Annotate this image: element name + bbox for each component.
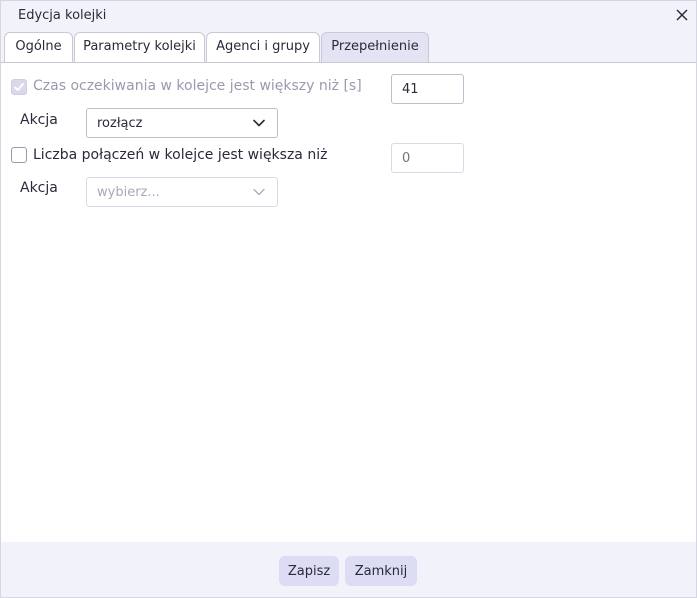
tab-label: Ogólne <box>15 39 62 54</box>
calls-count-label: Liczba połączeń w kolejce jest większa n… <box>33 147 328 163</box>
tab-agents-groups[interactable]: Agenci i grupy <box>206 32 320 62</box>
tab-overflow[interactable]: Przepełnienie <box>321 32 429 62</box>
calls-action-label: Akcja <box>20 180 58 196</box>
wait-action-label: Akcja <box>20 112 58 128</box>
calls-count-input[interactable] <box>391 143 464 173</box>
tab-label: Parametry kolejki <box>83 39 196 54</box>
overflow-panel: Czas oczekiwania w kolejce jest większy … <box>1 63 696 541</box>
tab-queue-parameters[interactable]: Parametry kolejki <box>74 32 205 62</box>
dialog-title: Edycja kolejki <box>18 8 107 23</box>
calls-count-checkbox[interactable] <box>11 147 27 163</box>
calls-action-placeholder: wybierz... <box>97 185 160 200</box>
chevron-down-icon <box>253 188 265 196</box>
tab-general[interactable]: Ogólne <box>4 32 73 62</box>
tab-label: Agenci i grupy <box>216 39 310 54</box>
calls-action-select[interactable]: wybierz... <box>86 177 278 207</box>
chevron-down-icon <box>253 119 265 127</box>
wait-time-input[interactable] <box>391 74 464 104</box>
title-bar: Edycja kolejki <box>1 1 696 30</box>
tab-label: Przepełnienie <box>331 39 419 54</box>
queue-edit-dialog: Edycja kolejki Ogólne Parametry kolejki … <box>0 0 697 598</box>
wait-time-label: Czas oczekiwania w kolejce jest większy … <box>33 78 362 94</box>
check-icon <box>14 83 24 91</box>
wait-action-value: rozłącz <box>97 116 143 131</box>
close-icon[interactable] <box>674 7 690 23</box>
save-button[interactable]: Zapisz <box>279 556 339 586</box>
close-button[interactable]: Zamknij <box>345 556 417 586</box>
wait-action-select[interactable]: rozłącz <box>86 108 278 138</box>
tab-bar: Ogólne Parametry kolejki Agenci i grupy … <box>1 30 696 63</box>
dialog-footer: Zapisz Zamknij <box>1 542 696 597</box>
wait-time-checkbox[interactable] <box>11 79 27 95</box>
